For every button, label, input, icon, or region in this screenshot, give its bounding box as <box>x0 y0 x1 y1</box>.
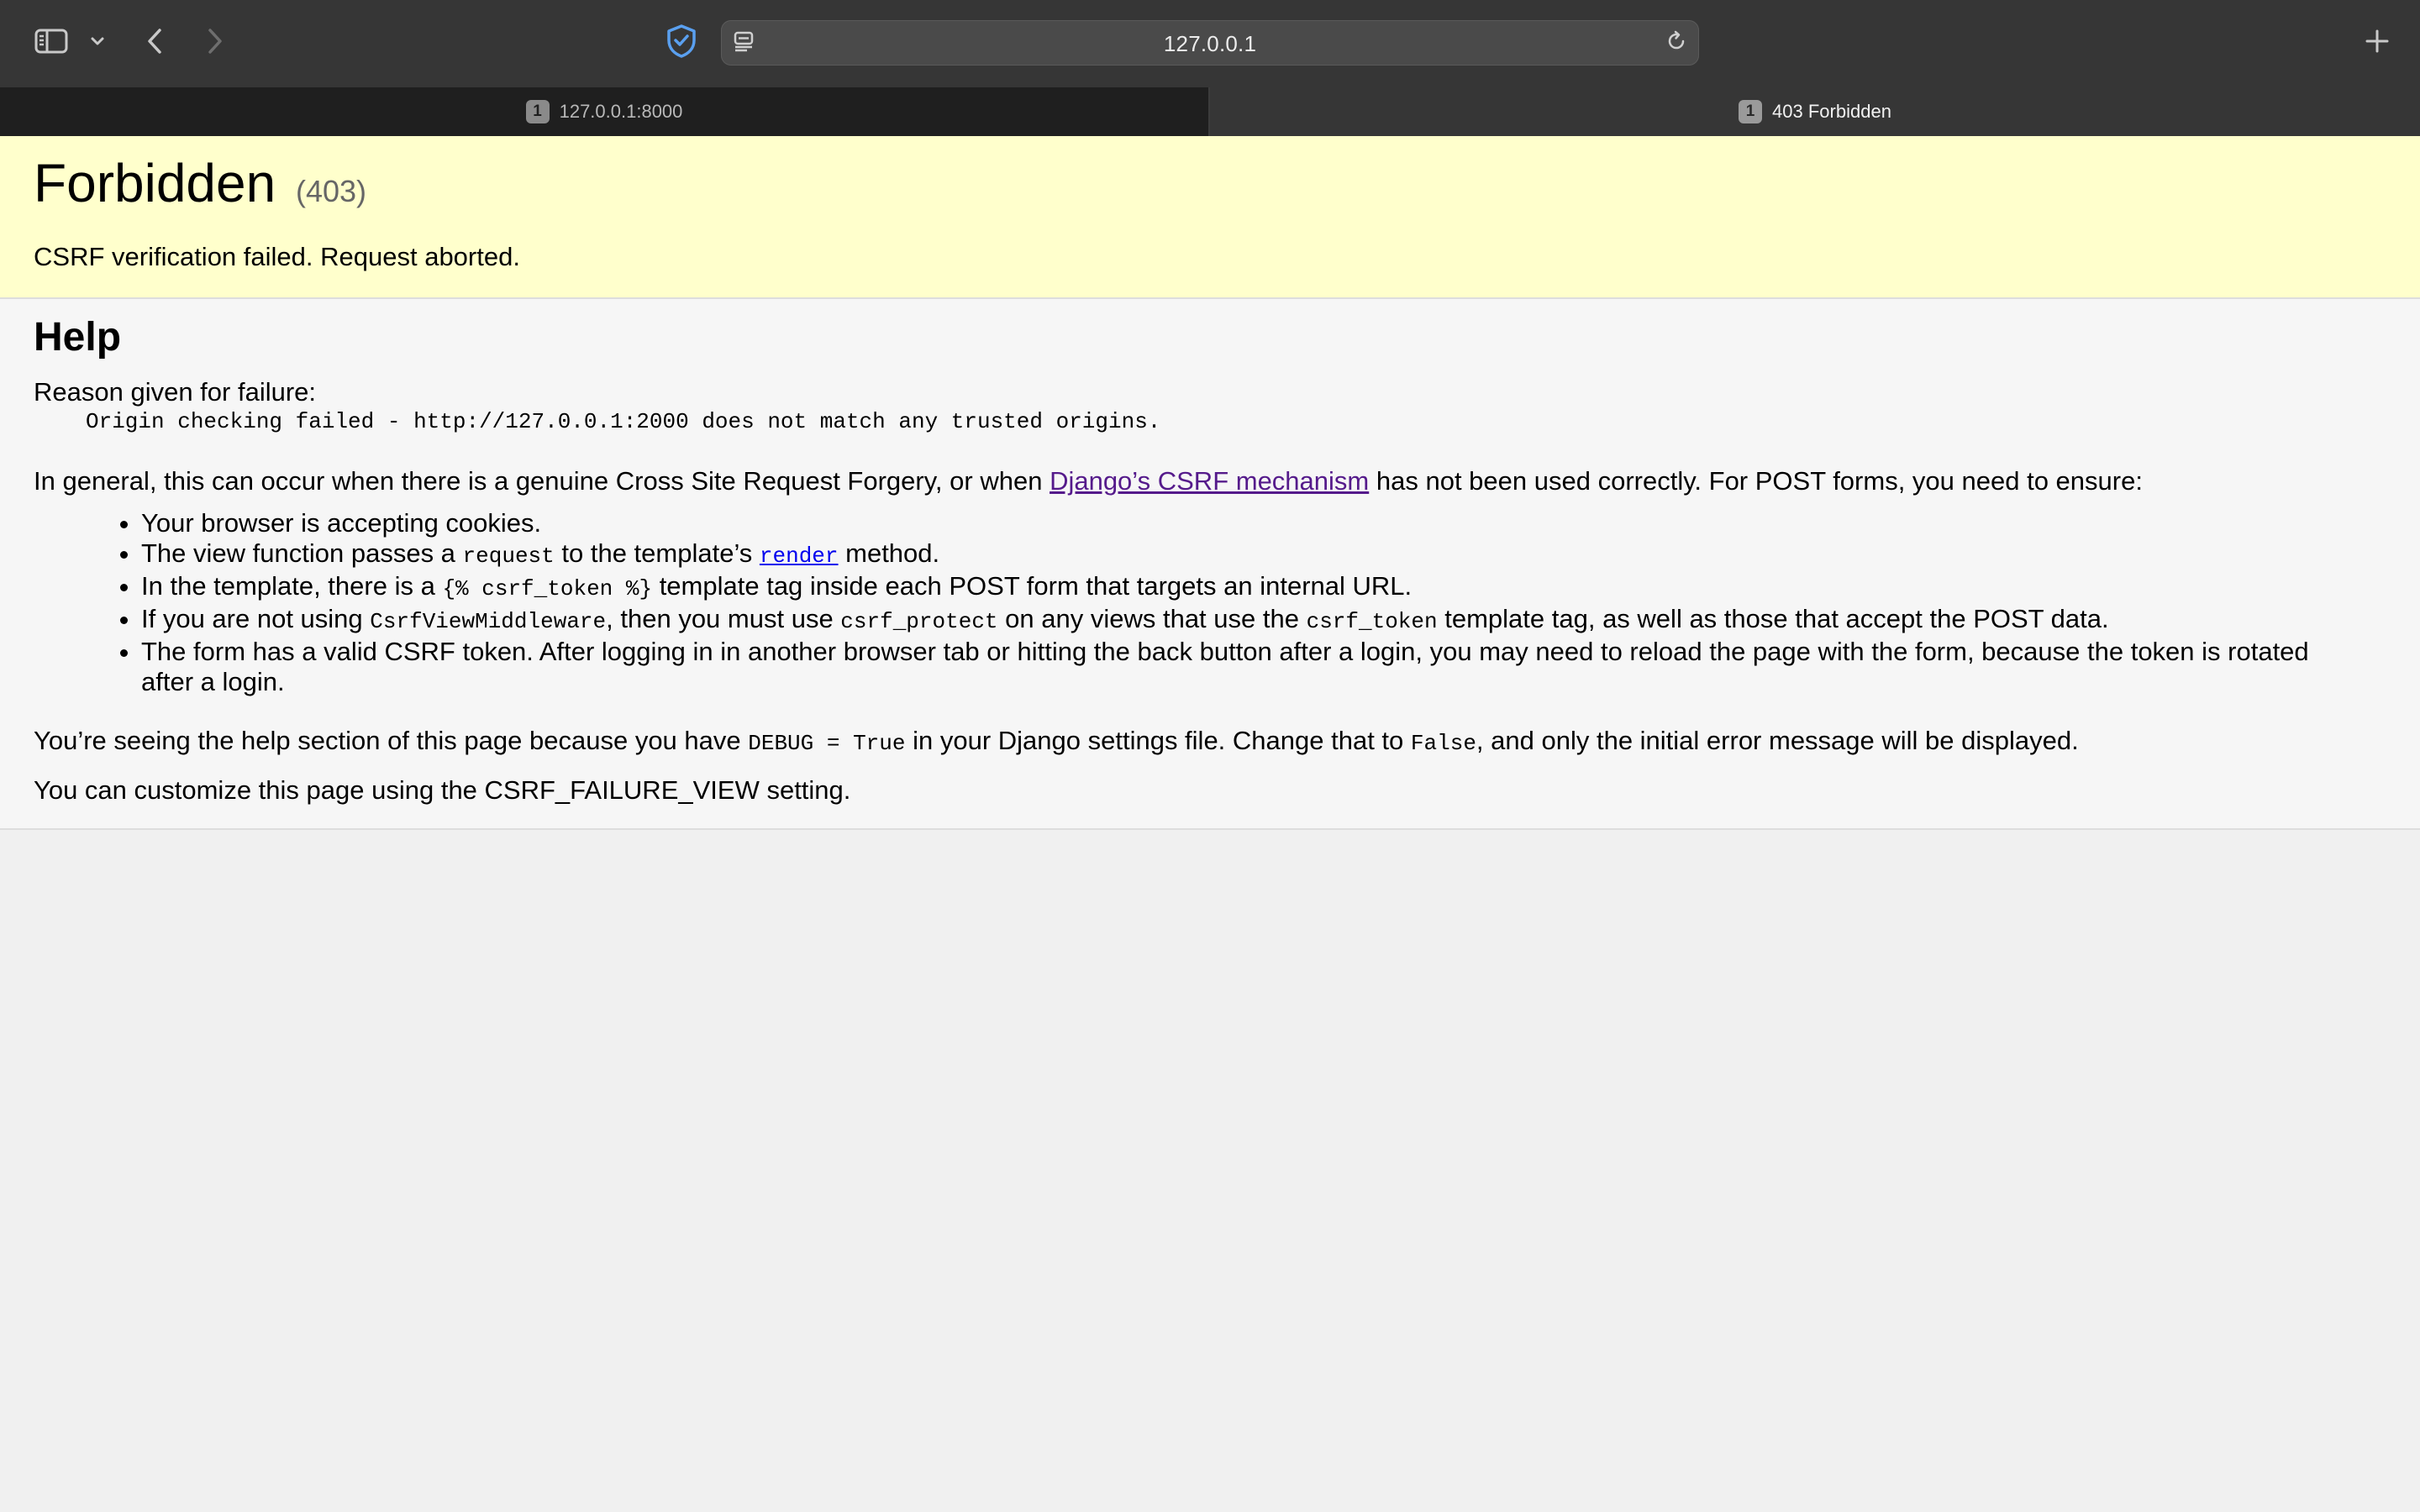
list-item-valid-token: The form has a valid CSRF token. After l… <box>141 637 2343 697</box>
reason-detail: Origin checking failed - http://127.0.0.… <box>86 409 1161 434</box>
list-item-cookies: Your browser is accepting cookies. <box>141 508 2343 538</box>
list-item-middleware: If you are not using CsrfViewMiddleware,… <box>141 604 2343 637</box>
item-text: , then you must use <box>606 604 841 633</box>
code-false: False <box>1410 731 1476 756</box>
item-text: method. <box>838 538 940 568</box>
help-heading: Help <box>34 315 122 360</box>
csrf-docs-link[interactable]: Django’s CSRF mechanism <box>1050 466 1369 496</box>
item-text: If you are not using <box>141 604 371 633</box>
tab-403-forbidden[interactable]: 1 403 Forbidden <box>1210 87 2420 136</box>
sidebar-icon <box>34 28 68 59</box>
customize-note: You can customize this page using the CS… <box>34 775 851 805</box>
tab-bar: 1 127.0.0.1:8000 1 403 Forbidden <box>0 87 2420 136</box>
code-request: request <box>462 543 555 569</box>
back-icon <box>145 27 164 60</box>
chevron-down-icon <box>90 35 105 50</box>
list-item-render: The view function passes a request to th… <box>141 538 2343 571</box>
ensure-list: Your browser is accepting cookies. The v… <box>34 508 2343 697</box>
render-docs-link[interactable]: render <box>760 543 839 569</box>
status-code: (403) <box>295 174 367 208</box>
debug-text: , and only the initial error message wil… <box>1476 726 2079 755</box>
page-title: Forbidden (403) <box>34 153 2386 215</box>
error-message: CSRF verification failed. Request aborte… <box>34 241 520 271</box>
item-text: template tag inside each POST form that … <box>652 571 1413 601</box>
tab-label: 127.0.0.1:8000 <box>559 101 683 122</box>
new-tab-button[interactable] <box>2358 24 2396 62</box>
tab-badge: 1 <box>1739 100 1763 123</box>
page-content: Forbidden (403) CSRF verification failed… <box>0 136 2420 1512</box>
code-csrf-protect: csrf_protect <box>840 609 998 634</box>
item-text: to the template’s <box>554 538 760 568</box>
shield-icon <box>665 24 698 63</box>
help-section: Help Reason given for failure: Origin ch… <box>0 299 2420 830</box>
reload-button[interactable] <box>1662 29 1691 57</box>
tab-localhost-8000[interactable]: 1 127.0.0.1:8000 <box>0 87 1210 136</box>
address-bar[interactable]: 127.0.0.1 <box>721 20 1699 66</box>
item-text: The view function passes a <box>141 538 463 568</box>
privacy-report-button[interactable] <box>662 24 701 62</box>
code-csrf-token: csrf_token <box>1306 609 1438 634</box>
plus-icon <box>2364 28 2391 59</box>
code-middleware: CsrfViewMiddleware <box>370 609 607 634</box>
address-text[interactable]: 127.0.0.1 <box>721 31 1699 57</box>
forward-icon <box>206 27 224 60</box>
error-summary: Forbidden (403) CSRF verification failed… <box>0 136 2420 299</box>
tab-badge: 1 <box>525 100 550 123</box>
reason-label: Reason given for failure: <box>34 377 317 407</box>
general-explanation: In general, this can occur when there is… <box>34 466 2386 496</box>
debug-text: You’re seeing the help section of this p… <box>34 726 749 755</box>
browser-toolbar: 127.0.0.1 <box>0 0 2420 87</box>
list-item-token-tag: In the template, there is a {% csrf_toke… <box>141 571 2343 604</box>
item-text: template tag, as well as those that acce… <box>1437 604 2109 633</box>
forward-button[interactable] <box>200 25 230 60</box>
reload-icon <box>1665 29 1688 57</box>
title-text: Forbidden <box>34 153 276 213</box>
debug-note: You’re seeing the help section of this p… <box>34 726 2386 759</box>
tab-label: 403 Forbidden <box>1772 101 1891 122</box>
general-text-after: has not been used correctly. For POST fo… <box>1369 466 2143 496</box>
tab-group-menu-button[interactable] <box>87 30 108 55</box>
code-csrf-token-tag: {% csrf_token %} <box>442 576 653 601</box>
sidebar-toggle-button[interactable] <box>32 25 71 60</box>
general-text-before: In general, this can occur when there is… <box>34 466 1050 496</box>
back-button[interactable] <box>139 25 170 60</box>
code-debug-true: DEBUG = True <box>748 731 906 756</box>
item-text: In the template, there is a <box>141 571 443 601</box>
item-text: on any views that use the <box>997 604 1307 633</box>
debug-text: in your Django settings file. Change tha… <box>905 726 1411 755</box>
